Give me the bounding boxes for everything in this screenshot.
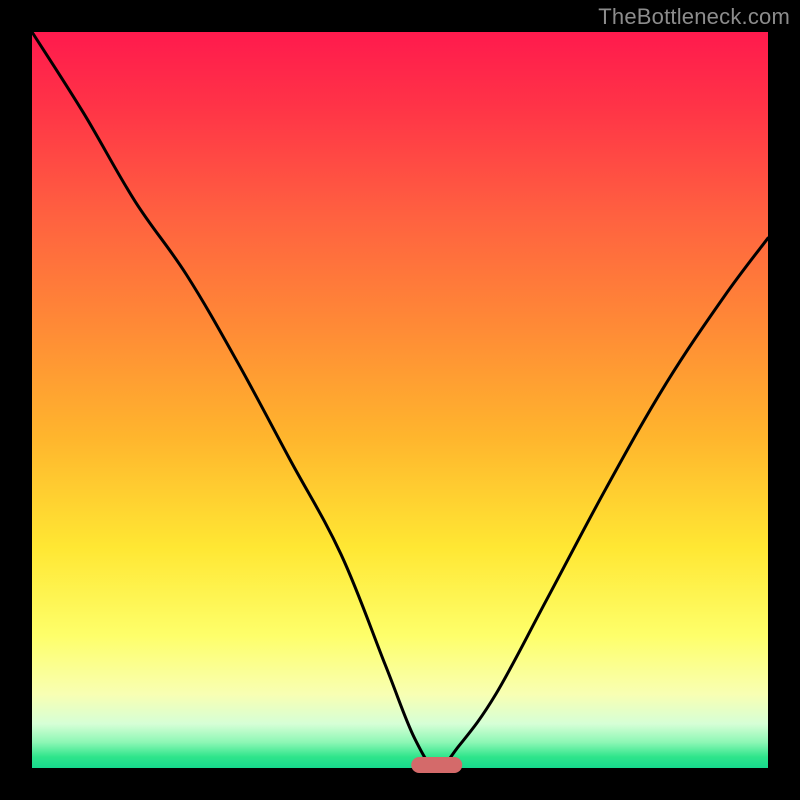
chart-frame: TheBottleneck.com (0, 0, 800, 800)
optimal-marker (411, 757, 463, 773)
watermark-text: TheBottleneck.com (598, 4, 790, 30)
plot-area (32, 32, 768, 768)
bottleneck-curve (32, 32, 768, 768)
